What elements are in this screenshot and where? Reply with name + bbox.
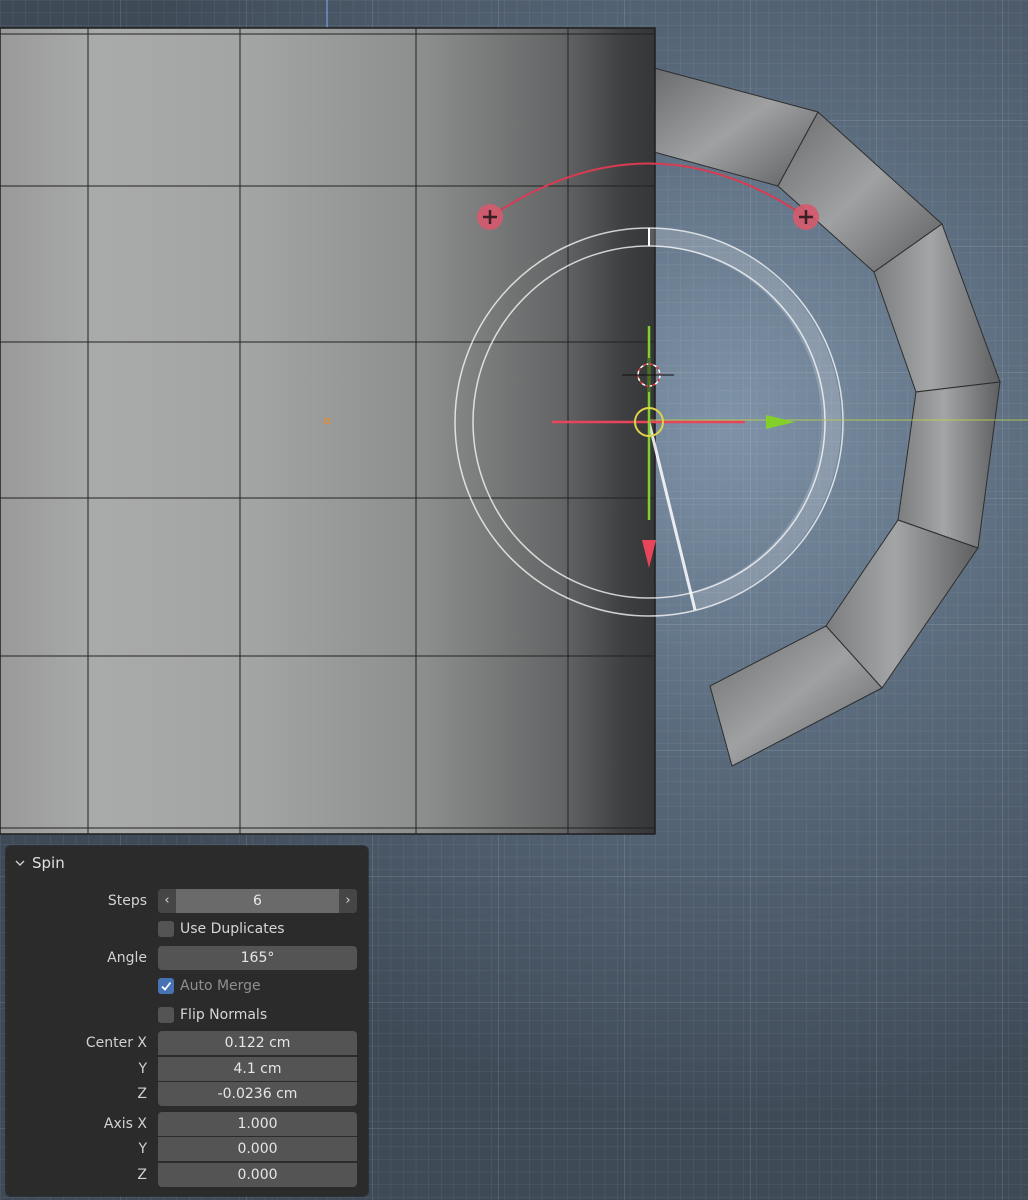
flip-normals-checkbox[interactable]: Flip Normals [158, 1005, 267, 1025]
arc-handle-left-icon[interactable] [477, 204, 503, 230]
axis-z-label: Z [137, 1167, 147, 1183]
angle-row: Angle 165° [6, 946, 368, 970]
panel-collapse-toggle[interactable]: Spin [14, 852, 65, 874]
center-z-field[interactable]: -0.0236 cm [158, 1082, 357, 1106]
flip-normals-box[interactable] [158, 1007, 174, 1023]
cup-body-mesh [0, 27, 656, 835]
use-duplicates-label: Use Duplicates [180, 921, 285, 937]
auto-merge-box[interactable] [158, 978, 174, 994]
flip-normals-label: Flip Normals [180, 1007, 268, 1023]
use-duplicates-box[interactable] [158, 921, 174, 937]
chevron-down-icon [15, 860, 25, 866]
angle-label: Angle [107, 950, 147, 966]
axis-x-field[interactable]: 1.000 [158, 1112, 357, 1136]
spin-operator-panel: Spin Steps ‹ 6 › Use Duplicates Angle 16… [6, 846, 368, 1196]
auto-merge-label: Auto Merge [180, 978, 261, 994]
use-duplicates-checkbox[interactable]: Use Duplicates [158, 919, 285, 939]
chevron-right-icon[interactable]: › [339, 889, 357, 913]
center-y-row: Y 4.1 cm [6, 1057, 368, 1081]
center-x-row: Center X 0.122 cm [6, 1031, 368, 1055]
center-z-row: Z -0.0236 cm [6, 1082, 368, 1106]
axis-x-label: Axis X [103, 1116, 147, 1132]
checkmark-icon [161, 981, 172, 991]
axis-z-row: Z 0.000 [6, 1163, 368, 1187]
panel-title: Spin [32, 854, 65, 872]
auto-merge-checkbox[interactable]: Auto Merge [158, 976, 261, 996]
center-x-field[interactable]: 0.122 cm [158, 1031, 357, 1055]
axis-y-row: Y 0.000 [6, 1137, 368, 1161]
steps-stepper[interactable]: ‹ 6 › [158, 889, 357, 913]
center-y-field[interactable]: 4.1 cm [158, 1057, 357, 1081]
axis-z-field[interactable]: 0.000 [158, 1163, 357, 1187]
center-y-label: Y [138, 1061, 147, 1077]
axis-y-label: Y [138, 1141, 147, 1157]
chevron-left-icon[interactable]: ‹ [158, 889, 176, 913]
center-z-label: Z [137, 1086, 147, 1102]
steps-value[interactable]: 6 [176, 889, 339, 913]
center-x-label: Center X [85, 1035, 147, 1051]
arc-handle-right-icon[interactable] [793, 204, 819, 230]
axis-x-row: Axis X 1.000 [6, 1112, 368, 1136]
axis-y-field[interactable]: 0.000 [158, 1137, 357, 1161]
steps-row: Steps ‹ 6 › [6, 889, 368, 913]
steps-label: Steps [107, 893, 147, 909]
angle-field[interactable]: 165° [158, 946, 357, 970]
